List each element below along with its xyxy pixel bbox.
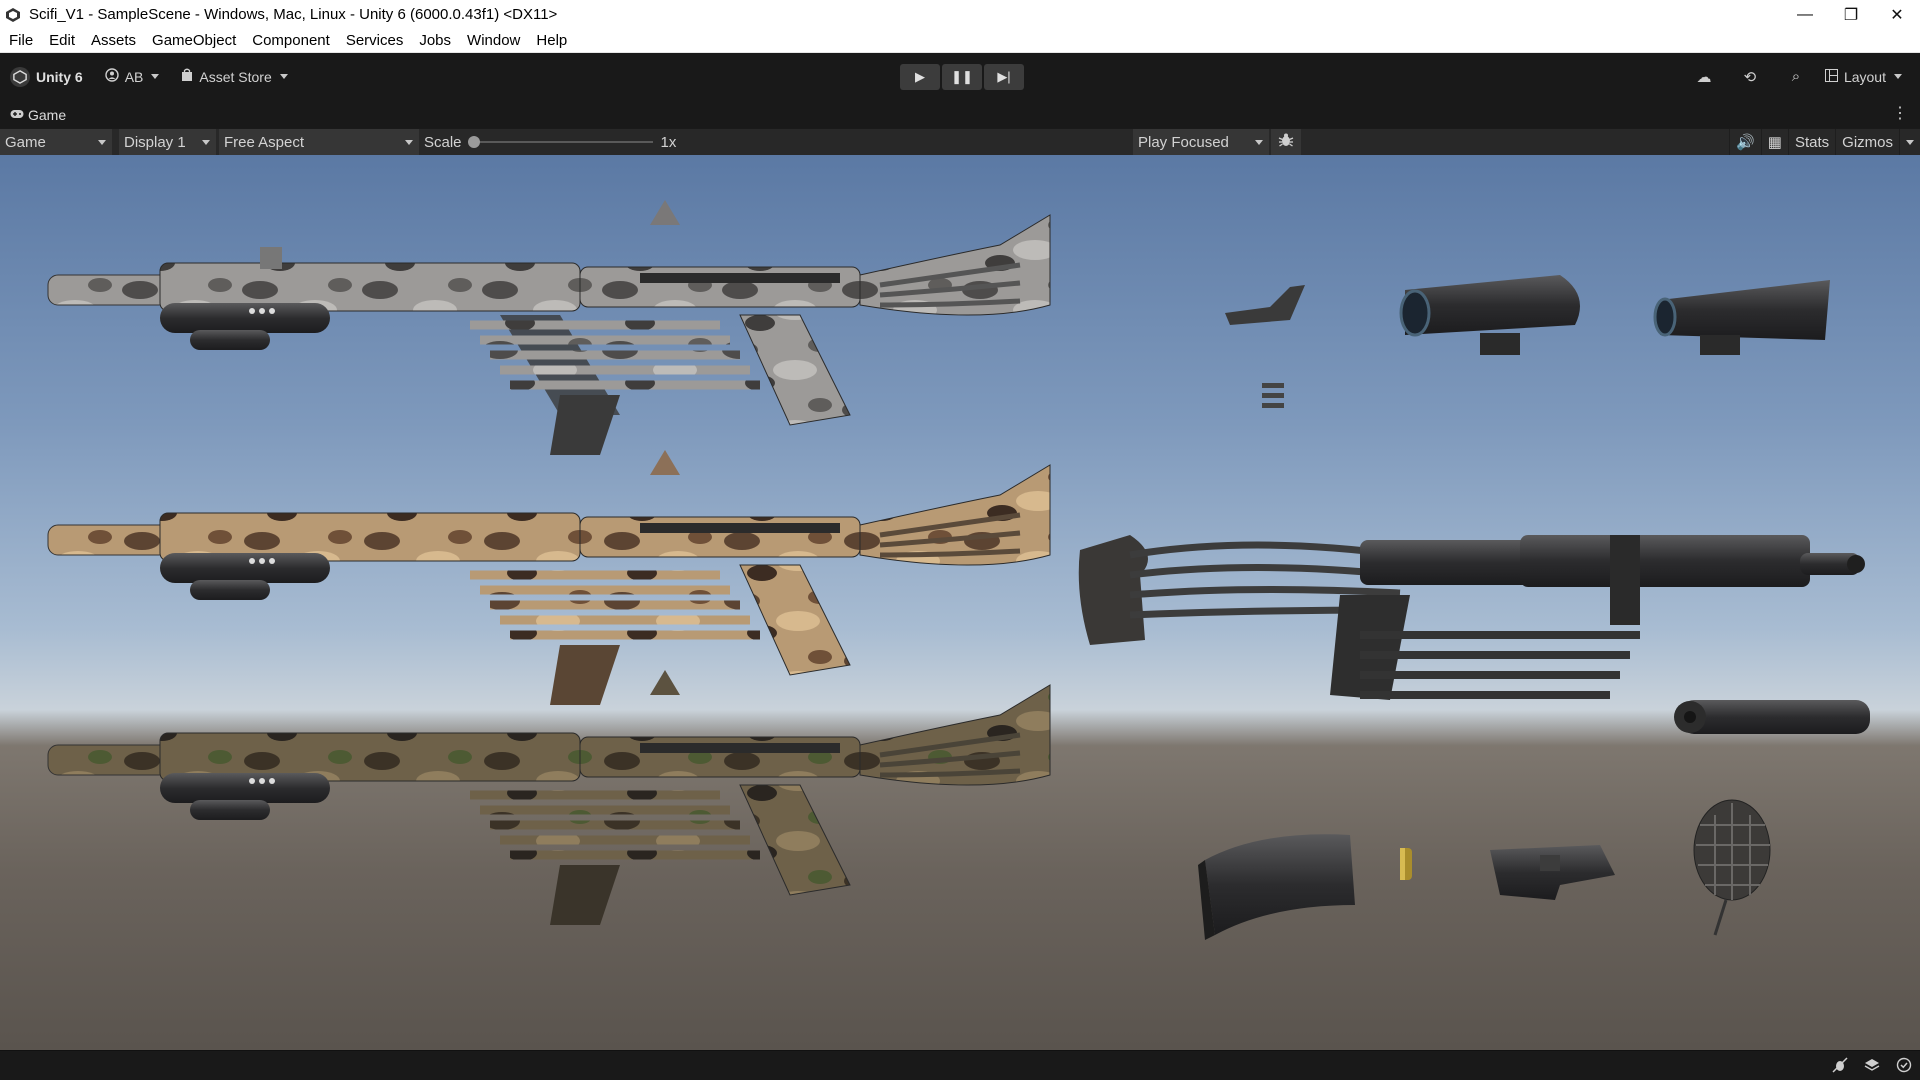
game-viewport[interactable] — [0, 155, 1920, 1050]
rifle-black — [1078, 535, 1865, 700]
display-dropdown[interactable]: Display 1 — [119, 129, 216, 155]
menu-bar: File Edit Assets GameObject Component Se… — [0, 29, 1920, 53]
chevron-down-icon — [202, 139, 210, 145]
debug-button[interactable] — [1271, 129, 1301, 155]
status-bar — [0, 1050, 1920, 1080]
scope-angular — [1653, 280, 1830, 355]
rifle-desert-camo — [47, 450, 1051, 705]
status-ok-icon[interactable] — [1894, 1057, 1914, 1076]
rifle-woodland-camo — [47, 670, 1051, 925]
tab-bar: Game ⋮ — [0, 100, 1920, 128]
search-icon[interactable]: ⌕ — [1773, 68, 1819, 85]
close-button[interactable]: ✕ — [1874, 0, 1920, 29]
rifle-grey-camo — [47, 200, 1051, 455]
menu-gameobject[interactable]: GameObject — [144, 29, 244, 53]
bug-icon — [1278, 132, 1294, 152]
menu-services[interactable]: Services — [338, 29, 412, 53]
minimize-button[interactable]: — — [1782, 0, 1828, 29]
asset-store-dropdown[interactable]: Asset Store — [181, 68, 288, 85]
play-mode-dropdown[interactable]: Play Focused — [1133, 129, 1269, 155]
scale-slider[interactable] — [467, 129, 653, 155]
scene-render — [47, 200, 1870, 940]
account-dropdown[interactable]: AB — [104, 68, 160, 85]
window-controls: — ❐ ✕ — [1782, 0, 1920, 29]
layers-icon[interactable] — [1862, 1057, 1882, 1076]
asset-store-label: Asset Store — [199, 68, 272, 85]
layout-label: Layout — [1843, 68, 1886, 85]
scale-slider-handle[interactable] — [467, 136, 480, 148]
menu-edit[interactable]: Edit — [41, 29, 83, 53]
stats-button[interactable]: Stats — [1787, 129, 1835, 155]
grid-icon[interactable]: ▦ — [1760, 129, 1788, 155]
scale-control: Scale 1x — [424, 129, 676, 155]
display-label: Display 1 — [124, 133, 186, 151]
account-icon — [104, 68, 119, 85]
menu-jobs[interactable]: Jobs — [411, 29, 459, 53]
display-mode-dropdown[interactable]: Game — [0, 129, 112, 155]
main-toolbar: Unity 6 AB Asset Store ▶ ❚❚ ▶| ☁ ⟲ ⌕ Lay… — [0, 53, 1920, 100]
scope-round — [1399, 275, 1580, 355]
chevron-down-icon — [1894, 74, 1902, 79]
menu-window[interactable]: Window — [459, 29, 528, 53]
more-options-icon[interactable]: ⋮ — [1892, 103, 1908, 123]
aspect-label: Free Aspect — [224, 133, 305, 151]
window-title: Scifi_V1 - SampleScene - Windows, Mac, L… — [29, 6, 558, 23]
scale-slider-track — [469, 141, 653, 143]
aspect-dropdown[interactable]: Free Aspect — [219, 129, 419, 155]
gizmos-dropdown[interactable] — [1899, 129, 1920, 155]
tab-game[interactable]: Game — [10, 104, 66, 126]
scale-label: Scale — [424, 133, 462, 151]
unity-version-label: Unity 6 — [36, 68, 83, 85]
shopping-bag-icon — [181, 68, 193, 85]
playmode-controls: ▶ ❚❚ ▶| — [900, 64, 1024, 90]
history-icon[interactable]: ⟲ — [1727, 68, 1773, 86]
suppressor — [1674, 700, 1870, 734]
game-view-toolbar: Game Display 1 Free Aspect Scale 1x Play… — [0, 128, 1920, 155]
chevron-down-icon — [151, 74, 160, 79]
menu-help[interactable]: Help — [528, 29, 575, 53]
debug-mode-icon[interactable] — [1830, 1057, 1850, 1076]
unity-version-button[interactable]: Unity 6 — [10, 66, 83, 87]
magazine — [1198, 834, 1355, 940]
chevron-down-icon — [279, 74, 288, 79]
sight-small — [1225, 285, 1305, 325]
play-mode-label: Play Focused — [1138, 133, 1229, 151]
gamepad-icon — [10, 108, 24, 122]
chevron-down-icon — [1255, 139, 1263, 145]
tab-game-label: Game — [28, 107, 67, 123]
chevron-down-icon — [98, 139, 106, 145]
play-button[interactable]: ▶ — [900, 64, 940, 90]
chevron-down-icon — [1906, 139, 1914, 145]
menu-component[interactable]: Component — [244, 29, 338, 53]
account-label: AB — [124, 68, 144, 85]
grenade — [1693, 799, 1771, 936]
step-button[interactable]: ▶| — [984, 64, 1024, 90]
pause-button[interactable]: ❚❚ — [942, 64, 982, 90]
scale-value: 1x — [660, 133, 677, 151]
unity-logo-icon — [10, 66, 30, 87]
title-bar: Scifi_V1 - SampleScene - Windows, Mac, L… — [0, 0, 1920, 29]
menu-file[interactable]: File — [0, 29, 41, 53]
maximize-button[interactable]: ❐ — [1828, 0, 1874, 29]
display-mode-label: Game — [5, 133, 46, 151]
cloud-icon[interactable]: ☁ — [1681, 68, 1727, 86]
flashlight — [1490, 845, 1615, 900]
bullet — [1400, 848, 1412, 880]
layout-icon — [1824, 68, 1838, 85]
menu-assets[interactable]: Assets — [83, 29, 144, 53]
chevron-down-icon — [405, 139, 413, 145]
gizmos-button[interactable]: Gizmos — [1835, 129, 1899, 155]
unity-app-icon — [4, 6, 22, 24]
rail-stack — [1262, 383, 1284, 408]
mute-audio-icon[interactable]: 🔊 — [1729, 129, 1761, 155]
layout-dropdown[interactable]: Layout — [1824, 68, 1902, 85]
